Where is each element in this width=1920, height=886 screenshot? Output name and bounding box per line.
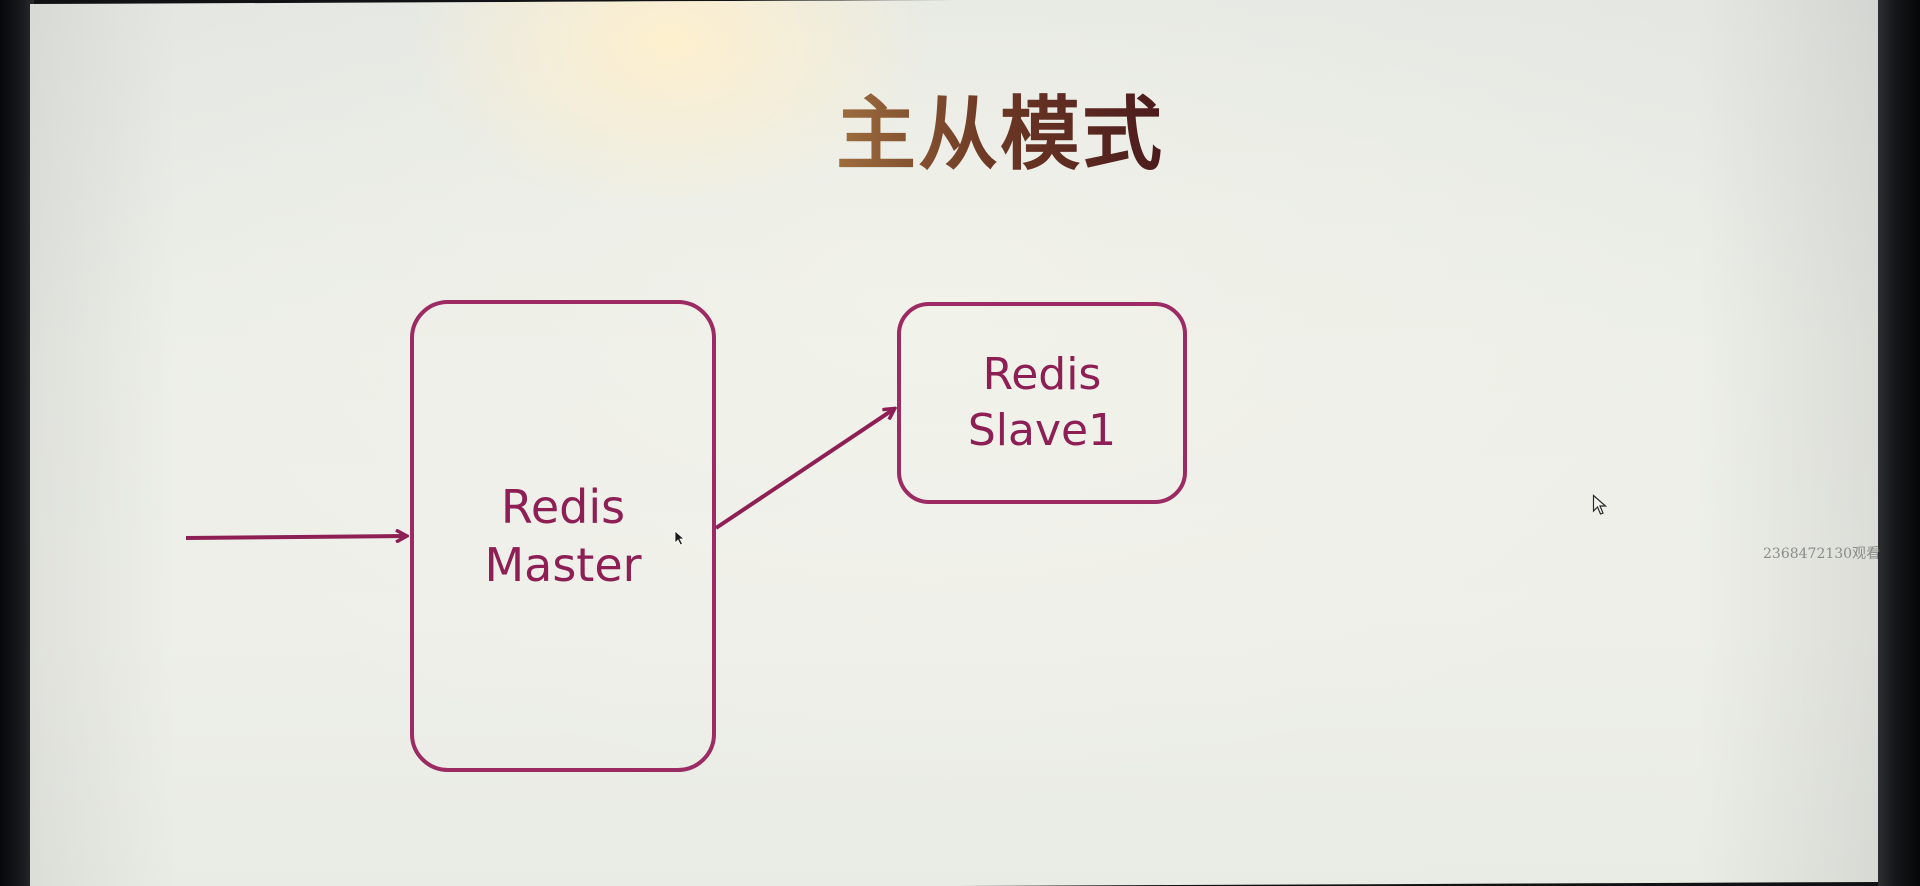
viewer-watermark: 2368472130观看 xyxy=(1763,546,1881,562)
input-arrow xyxy=(185,536,406,538)
mouse-pointer-icon xyxy=(1592,494,1608,515)
master-to-slave-arrow xyxy=(714,409,894,530)
screen: 主从模式 Redis Master Redis Slave1 236847213… xyxy=(0,0,1920,886)
redis-slave1-node: Redis Slave1 xyxy=(897,302,1187,504)
redis-master-label: Redis Master xyxy=(484,480,642,592)
mouse-pointer-icon xyxy=(674,530,686,546)
redis-slave1-label: Redis Slave1 xyxy=(967,349,1117,456)
redis-master-node: Redis Master xyxy=(410,300,716,772)
